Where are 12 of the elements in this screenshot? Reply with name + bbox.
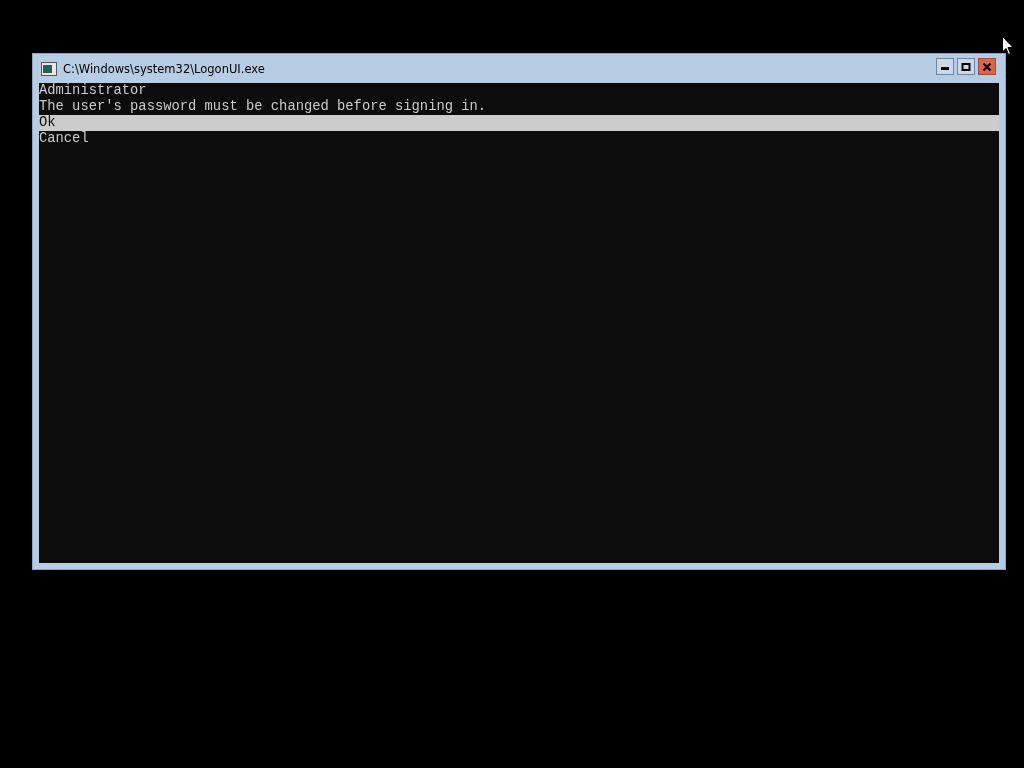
console-text: The user's password must be changed before signing in. xyxy=(39,99,488,115)
console-option[interactable]: Ok xyxy=(39,115,999,131)
window-title: C:\Windows\system32\LogonUI.exe xyxy=(63,61,265,76)
close-icon xyxy=(982,61,992,72)
maximize-button[interactable] xyxy=(957,58,975,75)
console-option[interactable]: Cancel xyxy=(39,131,999,147)
mouse-pointer-icon xyxy=(1002,36,1014,56)
console-app-icon xyxy=(41,61,57,76)
minimize-button[interactable] xyxy=(936,58,954,75)
maximize-icon xyxy=(961,61,971,72)
close-button[interactable] xyxy=(978,58,996,75)
console-text: Administrator xyxy=(39,83,148,99)
